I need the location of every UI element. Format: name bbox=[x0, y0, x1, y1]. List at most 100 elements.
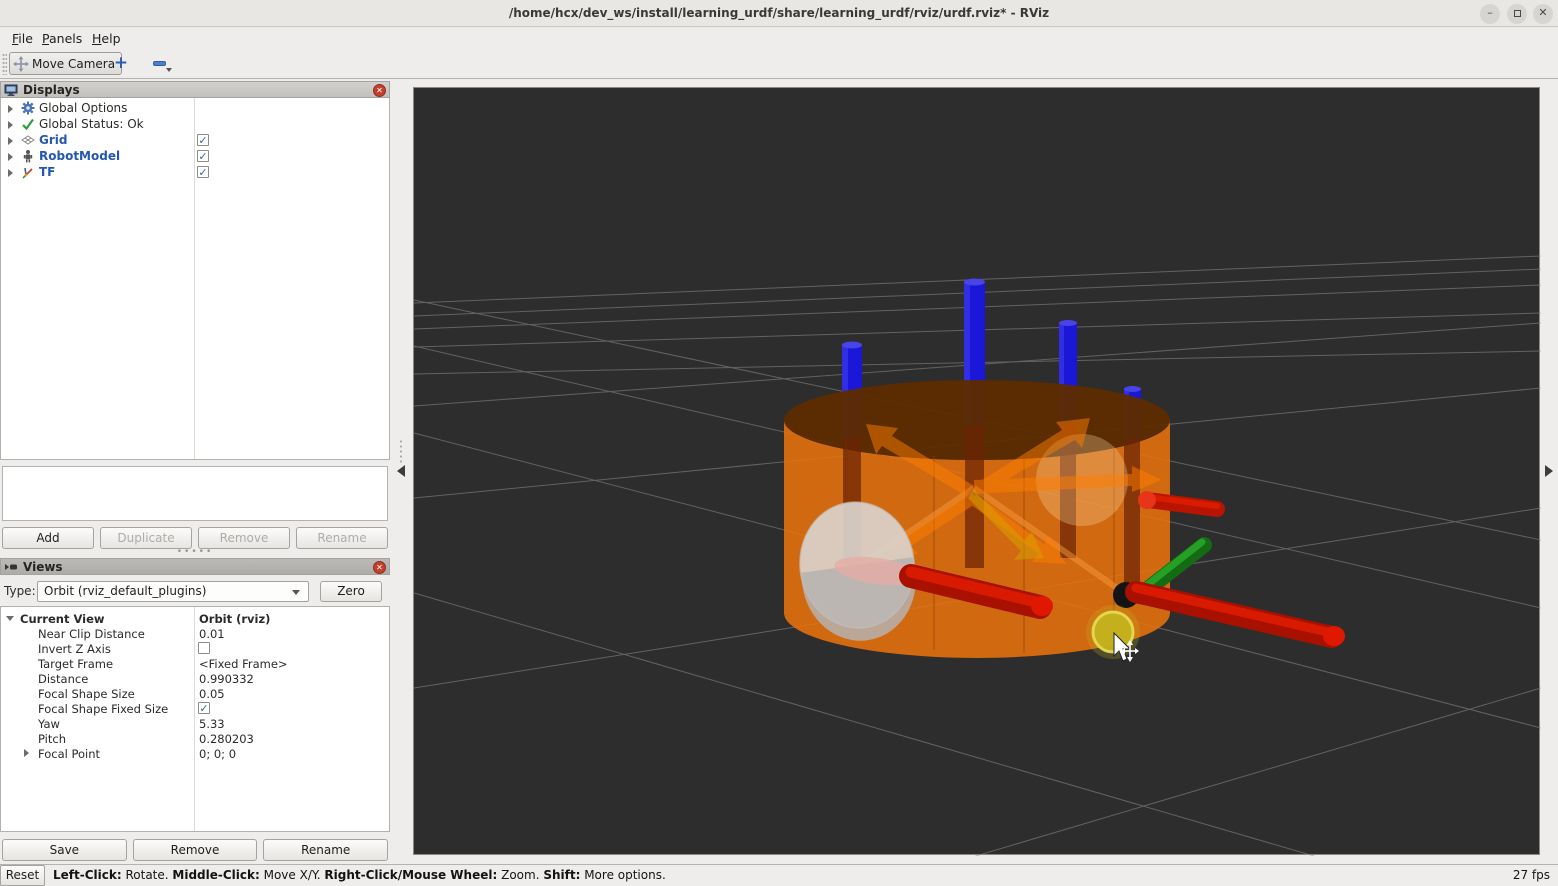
help-middle-click: Middle-Click: bbox=[172, 868, 260, 882]
prop-name: Focal Shape Fixed Size bbox=[38, 702, 169, 716]
displays-row-robotmodel[interactable]: RobotModel bbox=[1, 148, 391, 164]
window-titlebar: /home/hcx/dev_ws/install/learning_urdf/s… bbox=[0, 0, 1558, 27]
window-title: /home/hcx/dev_ws/install/learning_urdf/s… bbox=[508, 6, 1050, 20]
close-x-icon: ✕ bbox=[376, 86, 383, 95]
displays-close-button[interactable]: ✕ bbox=[373, 84, 386, 97]
displays-row-global-status[interactable]: Global Status: Ok bbox=[1, 116, 391, 132]
red-axis-cylinder-small bbox=[1138, 491, 1225, 517]
tf-enabled-checkbox[interactable] bbox=[197, 166, 209, 178]
prop-row-target-frame[interactable]: Target Frame <Fixed Frame> bbox=[1, 656, 389, 671]
view-properties-table[interactable]: Current View Orbit (rviz) Near Clip Dist… bbox=[0, 606, 390, 832]
view-type-combobox[interactable]: Orbit (rviz_default_plugins) bbox=[37, 581, 309, 602]
prop-name: Yaw bbox=[38, 717, 60, 731]
close-button[interactable]: ✕ bbox=[1533, 4, 1553, 24]
prop-row-current-view[interactable]: Current View Orbit (rviz) bbox=[1, 611, 389, 626]
displays-panel-icon bbox=[4, 84, 18, 96]
focal-shape-fixed-checkbox[interactable] bbox=[198, 702, 210, 714]
prop-row-invert-z[interactable]: Invert Z Axis bbox=[1, 641, 389, 656]
displays-row-global-options[interactable]: Global Options bbox=[1, 100, 391, 116]
prop-name: Target Frame bbox=[38, 657, 114, 671]
views-panel-title: Views bbox=[23, 559, 63, 574]
expand-arrow-icon[interactable] bbox=[8, 169, 13, 177]
prop-row-focal-shape-size[interactable]: Focal Shape Size 0.05 bbox=[1, 686, 389, 701]
prop-row-focal-shape-fixed[interactable]: Focal Shape Fixed Size bbox=[1, 701, 389, 716]
display-item-label: Global Status: Ok bbox=[39, 117, 144, 131]
prop-row-yaw[interactable]: Yaw 5.33 bbox=[1, 716, 389, 731]
prop-value[interactable]: 0.280203 bbox=[199, 732, 254, 746]
display-description-box bbox=[2, 466, 388, 521]
displays-row-grid[interactable]: Grid bbox=[1, 132, 391, 148]
menu-help[interactable]: Help bbox=[88, 30, 125, 47]
add-tool-button[interactable]: + bbox=[112, 53, 130, 73]
close-x-icon: ✕ bbox=[376, 563, 383, 572]
expand-arrow-icon[interactable] bbox=[8, 121, 13, 129]
axes-icon bbox=[22, 167, 33, 179]
save-view-button[interactable]: Save bbox=[2, 839, 127, 861]
grid-enabled-checkbox[interactable] bbox=[197, 134, 209, 146]
prop-row-distance[interactable]: Distance 0.990332 bbox=[1, 671, 389, 686]
scene-3d bbox=[414, 255, 1541, 856]
prop-row-pitch[interactable]: Pitch 0.280203 bbox=[1, 731, 389, 746]
add-display-button[interactable]: Add bbox=[2, 527, 94, 549]
views-panel-icon bbox=[5, 563, 17, 570]
expand-arrow-icon[interactable] bbox=[8, 137, 13, 145]
panel-splitter-handle[interactable]: ••••• bbox=[0, 547, 390, 557]
prop-value[interactable]: 0.990332 bbox=[199, 672, 254, 686]
displays-row-tf[interactable]: TF bbox=[1, 164, 391, 180]
prop-value[interactable]: 5.33 bbox=[199, 717, 225, 731]
views-type-row: Type: Orbit (rviz_default_plugins) Zero bbox=[0, 579, 390, 604]
prop-value[interactable]: 0.05 bbox=[199, 687, 225, 701]
menu-file[interactable]: File bbox=[8, 30, 37, 47]
zero-button[interactable]: Zero bbox=[320, 581, 382, 602]
grid-icon bbox=[21, 135, 35, 145]
prop-name: Distance bbox=[38, 672, 89, 686]
collapse-left-icon[interactable] bbox=[397, 465, 405, 477]
collapse-right-icon[interactable] bbox=[1545, 465, 1553, 477]
splitter-dots bbox=[399, 439, 403, 465]
maximize-button[interactable] bbox=[1507, 4, 1527, 24]
minimize-button[interactable]: – bbox=[1480, 4, 1500, 24]
check-icon bbox=[22, 118, 34, 131]
tool-dropdown-caret-icon[interactable] bbox=[166, 68, 172, 72]
rename-display-button[interactable]: Rename bbox=[296, 527, 388, 549]
duplicate-display-button[interactable]: Duplicate bbox=[100, 527, 192, 549]
view-type-value: Orbit (rviz_default_plugins) bbox=[44, 584, 207, 598]
remove-view-button[interactable]: Remove bbox=[132, 839, 258, 861]
prop-value[interactable]: 0.01 bbox=[199, 627, 225, 641]
expand-arrow-icon[interactable] bbox=[24, 749, 29, 757]
mouse-help-text: Left-Click: Rotate. Middle-Click: Move X… bbox=[53, 868, 666, 882]
prop-name: Invert Z Axis bbox=[38, 642, 111, 656]
prop-name: Near Clip Distance bbox=[38, 627, 145, 641]
display-item-label: RobotModel bbox=[39, 149, 121, 163]
robotmodel-enabled-checkbox[interactable] bbox=[197, 150, 209, 162]
prop-value[interactable]: 0; 0; 0 bbox=[199, 747, 236, 761]
views-panel-header[interactable]: Views ✕ bbox=[0, 558, 390, 575]
move-camera-icon bbox=[13, 55, 29, 72]
expand-arrow-icon[interactable] bbox=[8, 105, 13, 113]
collapse-arrow-icon[interactable] bbox=[6, 616, 14, 621]
views-close-button[interactable]: ✕ bbox=[373, 561, 386, 574]
prop-value[interactable]: <Fixed Frame> bbox=[199, 657, 288, 671]
maximize-icon bbox=[1513, 10, 1521, 17]
prop-row-near-clip[interactable]: Near Clip Distance 0.01 bbox=[1, 626, 389, 641]
views-button-row: Save Remove Rename bbox=[2, 839, 389, 861]
prop-row-focal-point[interactable]: Focal Point 0; 0; 0 bbox=[1, 746, 389, 761]
invert-z-checkbox[interactable] bbox=[198, 642, 210, 654]
displays-tree[interactable]: Global Options Global Status: Ok Grid ✓ … bbox=[0, 98, 390, 460]
move-camera-tool-button[interactable]: Move Camera bbox=[9, 52, 123, 75]
right-panel-splitter[interactable] bbox=[1540, 79, 1558, 864]
render-viewport[interactable] bbox=[413, 87, 1541, 856]
left-panel-splitter[interactable] bbox=[390, 79, 413, 864]
displays-panel-header[interactable]: Displays ✕ bbox=[0, 81, 390, 98]
expand-arrow-icon[interactable] bbox=[8, 153, 13, 161]
menu-panels[interactable]: Panels bbox=[38, 30, 86, 47]
rename-view-button[interactable]: Rename bbox=[263, 839, 389, 861]
fps-counter: 27 fps bbox=[1512, 868, 1550, 882]
reset-button[interactable]: Reset bbox=[0, 865, 45, 886]
help-shift: Shift: bbox=[543, 868, 581, 882]
toolbar-drag-handle[interactable] bbox=[2, 53, 7, 75]
minus-icon bbox=[152, 60, 166, 66]
menubar: File Panels Help bbox=[0, 27, 1558, 49]
prop-name: Focal Shape Size bbox=[38, 687, 135, 701]
remove-display-button[interactable]: Remove bbox=[198, 527, 290, 549]
